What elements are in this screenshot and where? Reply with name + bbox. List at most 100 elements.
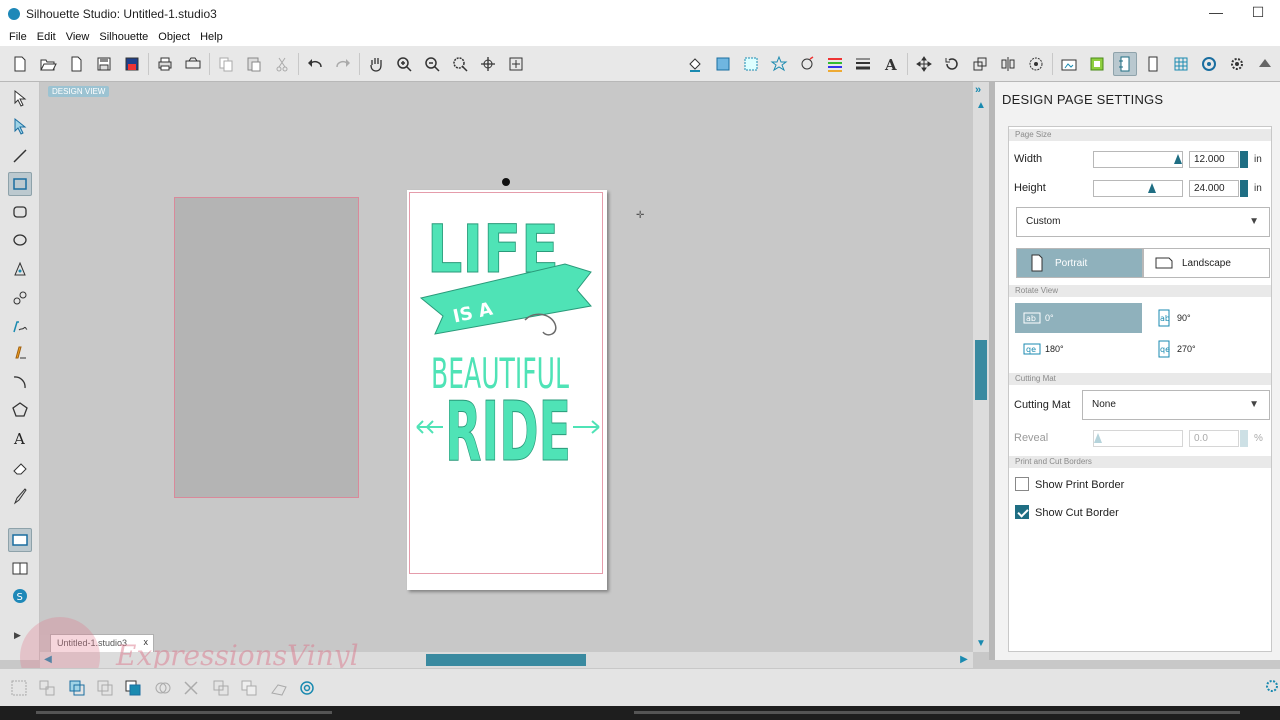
preferences-button[interactable] <box>1225 52 1249 76</box>
reveal-slider-knob[interactable] <box>1094 433 1102 443</box>
cut-button[interactable] <box>270 52 294 76</box>
menu-object[interactable]: Object <box>153 31 195 43</box>
width-slider-knob[interactable] <box>1174 154 1182 164</box>
smooth-freehand-tool[interactable] <box>8 340 32 364</box>
scroll-right-icon[interactable]: ▶ <box>958 653 970 667</box>
life-beautiful-ride-design[interactable]: LIFE IS A BEAUTIFUL RIDE <box>415 202 601 482</box>
design-page-settings-button[interactable] <box>1113 52 1137 76</box>
rotate-270-button[interactable]: qe 270° <box>1147 334 1267 364</box>
zoom-in-button[interactable] <box>392 52 416 76</box>
release-compound-path-button[interactable] <box>94 677 116 699</box>
registration-marks-button[interactable] <box>1197 52 1221 76</box>
design-page[interactable]: LIFE IS A BEAUTIFUL RIDE <box>407 190 607 590</box>
show-print-border-checkbox[interactable] <box>1015 477 1029 491</box>
minimize-button[interactable]: — <box>1204 4 1228 21</box>
zoom-out-button[interactable] <box>420 52 444 76</box>
copy-button[interactable] <box>214 52 238 76</box>
portrait-button[interactable]: Portrait <box>1016 248 1143 278</box>
line-style-button[interactable] <box>851 52 875 76</box>
paste-button[interactable] <box>242 52 266 76</box>
show-cut-border-checkbox[interactable] <box>1015 505 1029 519</box>
silhouette-store-button[interactable] <box>1253 52 1277 76</box>
arc-tool[interactable] <box>8 370 32 394</box>
rotate-button[interactable] <box>940 52 964 76</box>
page-view-button[interactable] <box>1141 52 1165 76</box>
group-button[interactable] <box>8 677 30 699</box>
document-tab[interactable]: Untitled-1.studio3 x <box>50 634 154 652</box>
bring-to-front-button[interactable] <box>122 677 144 699</box>
open-library-button[interactable] <box>64 52 88 76</box>
replicate-button[interactable] <box>1024 52 1048 76</box>
text-tool[interactable]: A <box>8 426 32 450</box>
point-edit-tool[interactable] <box>8 114 32 138</box>
align-button[interactable] <box>996 52 1020 76</box>
send-to-cutter-button[interactable] <box>181 52 205 76</box>
cut-settings-button[interactable] <box>1085 52 1109 76</box>
scroll-up-icon[interactable]: ▲ <box>975 100 987 112</box>
print-button[interactable] <box>153 52 177 76</box>
save-to-library-button[interactable] <box>120 52 144 76</box>
zoom-selection-button[interactable] <box>448 52 472 76</box>
menu-help[interactable]: Help <box>195 31 228 43</box>
width-slider[interactable] <box>1093 151 1183 168</box>
reveal-spinner[interactable] <box>1240 430 1248 447</box>
width-input[interactable]: 12.000 <box>1189 151 1239 168</box>
paste-in-front-button[interactable] <box>238 677 260 699</box>
text-style-button[interactable]: A <box>879 52 903 76</box>
design-canvas[interactable]: DESIGN VIEW LIFE IS A BEAUTIFUL RIDE ✛ <box>40 82 973 652</box>
fill-pattern-button[interactable] <box>739 52 763 76</box>
rounded-rectangle-tool[interactable] <box>8 200 32 224</box>
width-spinner[interactable] <box>1240 151 1248 168</box>
drag-zoom-button[interactable] <box>476 52 500 76</box>
open-button[interactable] <box>36 52 60 76</box>
make-compound-path-button[interactable] <box>66 677 88 699</box>
library-tool[interactable] <box>8 556 32 580</box>
vertical-scroll-thumb[interactable] <box>975 340 987 400</box>
polygon-tool[interactable] <box>8 258 32 282</box>
new-document-button[interactable] <box>8 52 32 76</box>
cutting-mat-dropdown[interactable]: None ▼ <box>1082 390 1270 420</box>
fill-color-button[interactable] <box>683 52 707 76</box>
rotate-180-button[interactable]: qe 180° <box>1015 334 1142 364</box>
rectangle-tool[interactable] <box>8 172 32 196</box>
offset-button[interactable] <box>268 677 290 699</box>
reveal-input[interactable]: 0.0 <box>1189 430 1239 447</box>
delete-button[interactable] <box>180 677 202 699</box>
line-tool[interactable] <box>8 144 32 168</box>
play-icon[interactable]: ▶ <box>14 630 21 641</box>
rotate-90-button[interactable]: ab 90° <box>1147 303 1267 333</box>
undo-button[interactable] <box>303 52 327 76</box>
menu-view[interactable]: View <box>61 31 95 43</box>
height-slider-knob[interactable] <box>1148 183 1156 193</box>
eraser-tool[interactable] <box>8 456 32 480</box>
rectangle-shape[interactable] <box>174 197 359 498</box>
line-color-button[interactable] <box>823 52 847 76</box>
ungroup-button[interactable] <box>36 677 58 699</box>
sketch-button[interactable] <box>795 52 819 76</box>
pan-button[interactable] <box>364 52 388 76</box>
page-size-dropdown[interactable]: Custom ▼ <box>1016 207 1270 237</box>
design-view-tool[interactable] <box>8 528 32 552</box>
redo-button[interactable] <box>331 52 355 76</box>
select-tool[interactable] <box>8 86 32 110</box>
height-spinner[interactable] <box>1240 180 1248 197</box>
rotate-0-button[interactable]: ab 0° <box>1015 303 1142 333</box>
height-slider[interactable] <box>1093 180 1183 197</box>
fill-gradient-button[interactable] <box>711 52 735 76</box>
silhouette-store-tool[interactable]: S <box>8 584 32 608</box>
duplicate-button[interactable] <box>210 677 232 699</box>
reveal-slider[interactable] <box>1093 430 1183 447</box>
horizontal-scroll-thumb[interactable] <box>426 654 586 666</box>
scale-button[interactable] <box>968 52 992 76</box>
save-button[interactable] <box>92 52 116 76</box>
height-input[interactable]: 24.000 <box>1189 180 1239 197</box>
settings-gear-icon[interactable] <box>1264 678 1280 694</box>
fit-to-page-button[interactable] <box>504 52 528 76</box>
knife-tool[interactable] <box>8 484 32 508</box>
rotation-handle[interactable] <box>502 178 510 186</box>
shadow-button[interactable] <box>767 52 791 76</box>
close-tab-icon[interactable]: x <box>144 637 149 647</box>
trace-button[interactable] <box>1057 52 1081 76</box>
menu-edit[interactable]: Edit <box>32 31 61 43</box>
ellipse-tool[interactable] <box>8 228 32 252</box>
